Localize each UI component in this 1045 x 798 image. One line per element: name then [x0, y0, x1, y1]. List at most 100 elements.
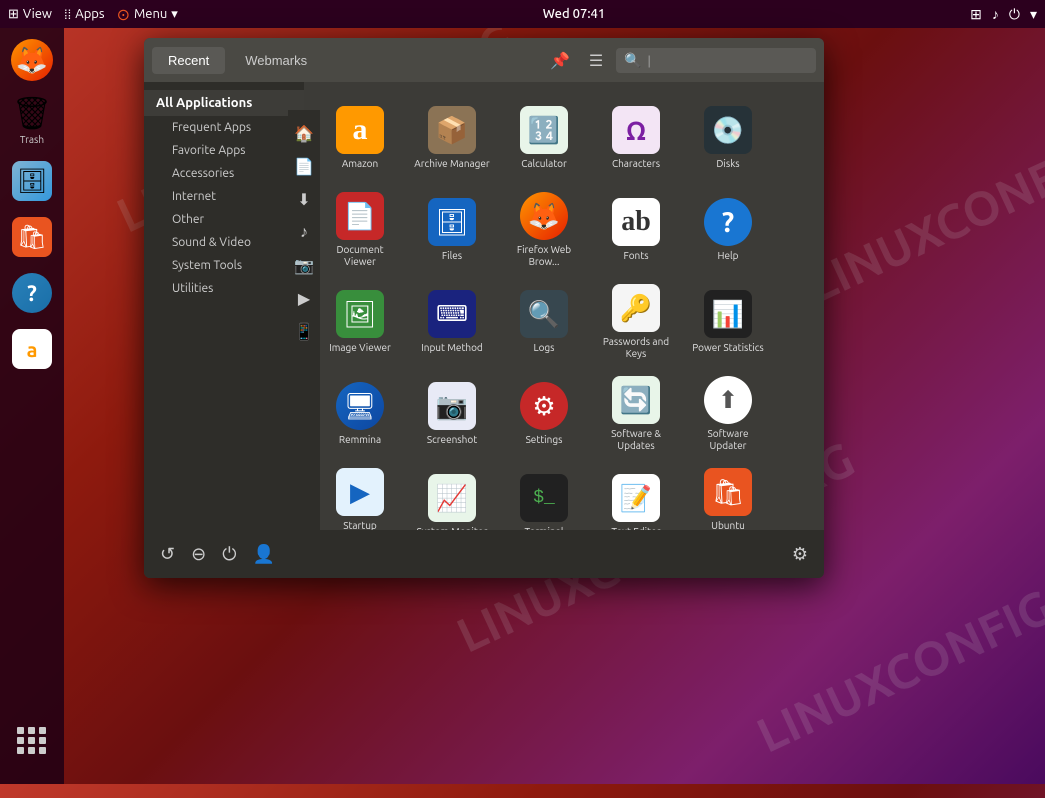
- tab-recent[interactable]: Recent: [152, 47, 225, 74]
- app-startup-apps[interactable]: ▶ Startup Applications: [316, 462, 404, 530]
- nav-system-tools[interactable]: System Tools: [144, 254, 304, 277]
- nav-camera-icon[interactable]: 📷: [288, 250, 304, 281]
- dock-item-help[interactable]: ?: [8, 269, 56, 317]
- list-icon[interactable]: ☰: [580, 44, 612, 76]
- ubuntu-software-label: Ubuntu Software: [690, 520, 766, 530]
- app-software-updater[interactable]: ⬆ Software Updater: [684, 370, 772, 458]
- app-passwords[interactable]: 🔑 Passwords and Keys: [592, 278, 680, 366]
- nav-other[interactable]: Other: [144, 208, 304, 231]
- firefox-dock-icon: 🦊: [11, 39, 53, 81]
- power-statistics-label: Power Statistics: [692, 342, 763, 354]
- app-terminal[interactable]: $_ Terminal: [500, 462, 588, 530]
- software-updater-label: Software Updater: [690, 428, 766, 452]
- app-calculator[interactable]: 🔢 Calculator: [500, 94, 588, 182]
- search-input[interactable]: [647, 53, 787, 68]
- amazon-icon: a: [336, 106, 384, 154]
- amazon-dock-icon: a: [12, 329, 52, 369]
- nav-internet[interactable]: Internet: [144, 185, 304, 208]
- app-logs[interactable]: 🔍 Logs: [500, 278, 588, 366]
- ubuntu-software-icon: 🛍: [704, 468, 752, 516]
- nav-phone-icon[interactable]: 📱: [288, 316, 304, 347]
- settings-icon: ⚙: [520, 382, 568, 430]
- app-input-method[interactable]: ⌨ Input Method: [408, 278, 496, 366]
- archive-manager-icon: 📦: [428, 106, 476, 154]
- nav-accessories[interactable]: Accessories: [144, 162, 304, 185]
- app-settings[interactable]: ⚙ Settings: [500, 370, 588, 458]
- top-panel: ⊞ View ⁞⁞ Apps ⊙ Menu ▾ Wed 07:41 ⊞ ♪ ⏻ …: [0, 0, 1045, 28]
- show-apps-button[interactable]: [8, 716, 56, 764]
- firefox-label: Firefox Web Brow...: [506, 244, 582, 268]
- dock-item-trash[interactable]: 🗑 Trash: [8, 92, 56, 149]
- software-updates-label: Software & Updates: [598, 428, 674, 452]
- nav-frequent[interactable]: Frequent Apps: [144, 116, 304, 139]
- volume-icon[interactable]: ♪: [992, 6, 999, 22]
- app-firefox[interactable]: 🦊 Firefox Web Brow...: [500, 186, 588, 274]
- nav-home-icon[interactable]: 🏠: [288, 118, 304, 149]
- tab-webmarks[interactable]: Webmarks: [229, 47, 323, 74]
- nav-sound-video[interactable]: Sound & Video: [144, 231, 304, 254]
- app-disks[interactable]: 💿 Disks: [684, 94, 772, 182]
- disks-icon: 💿: [704, 106, 752, 154]
- document-viewer-label: Document Viewer: [322, 244, 398, 268]
- dock-item-amazon[interactable]: a: [8, 325, 56, 373]
- files-icon: 🗄: [428, 198, 476, 246]
- ubuntu-software-dock-icon: 🛍: [12, 217, 52, 257]
- app-document-viewer[interactable]: 📄 Document Viewer: [316, 186, 404, 274]
- undo-icon[interactable]: ↺: [160, 544, 175, 565]
- nav-utilities[interactable]: Utilities: [144, 277, 304, 300]
- help-label: Help: [718, 250, 739, 262]
- apps-menu[interactable]: ⁞⁞ Apps: [64, 7, 105, 22]
- app-image-viewer[interactable]: 🖼 Image Viewer: [316, 278, 404, 366]
- nav-doc-icon[interactable]: 📄: [288, 151, 304, 182]
- chevron-down-icon[interactable]: ▾: [1030, 6, 1037, 23]
- app-remmina[interactable]: 🖥 Remmina: [316, 370, 404, 458]
- software-updater-icon: ⬆: [704, 376, 752, 424]
- suspend-icon[interactable]: ⊖: [191, 544, 206, 565]
- dock-item-files[interactable]: 🗄: [8, 157, 56, 205]
- logs-icon: 🔍: [520, 290, 568, 338]
- terminal-icon: $_: [520, 474, 568, 522]
- nav-download-icon[interactable]: ⬇: [291, 184, 304, 215]
- user-icon[interactable]: 👤: [252, 544, 274, 565]
- view-menu[interactable]: ⊞ View: [8, 7, 52, 22]
- app-power-statistics[interactable]: 📊 Power Statistics: [684, 278, 772, 366]
- input-method-icon: ⌨: [428, 290, 476, 338]
- app-help[interactable]: ? Help: [684, 186, 772, 274]
- menu-chevron-icon: ▾: [171, 7, 178, 22]
- network-icon[interactable]: ⊞: [970, 6, 982, 23]
- app-ubuntu-software[interactable]: 🛍 Ubuntu Software: [684, 462, 772, 530]
- app-files[interactable]: 🗄 Files: [408, 186, 496, 274]
- nav-video-icon[interactable]: ▶: [292, 283, 304, 314]
- image-viewer-label: Image Viewer: [329, 342, 391, 354]
- app-characters[interactable]: Ω Characters: [592, 94, 680, 182]
- app-archive-manager[interactable]: 📦 Archive Manager: [408, 94, 496, 182]
- dock-item-ubuntu-software[interactable]: 🛍: [8, 213, 56, 261]
- app-text-editor[interactable]: 📝 Text Editor: [592, 462, 680, 530]
- apps-icon: ⁞⁞: [64, 7, 71, 22]
- dock-item-firefox[interactable]: 🦊: [8, 36, 56, 84]
- app-amazon[interactable]: a Amazon: [316, 94, 404, 182]
- nav-favorite[interactable]: Favorite Apps: [144, 139, 304, 162]
- app-grid: a Amazon 📦 Archive Manager 🔢 Calculator …: [304, 82, 824, 530]
- nav-music-icon[interactable]: ♪: [294, 217, 304, 248]
- calculator-label: Calculator: [521, 158, 567, 170]
- input-method-label: Input Method: [421, 342, 483, 354]
- trash-dock-icon: 🗑: [11, 92, 53, 134]
- text-editor-icon: 📝: [612, 474, 660, 522]
- app-software-updates[interactable]: 🔄 Software & Updates: [592, 370, 680, 458]
- power-statistics-icon: 📊: [704, 290, 752, 338]
- help-icon: ?: [704, 198, 752, 246]
- panel-left: ⊞ View ⁞⁞ Apps ⊙ Menu ▾: [8, 5, 178, 24]
- nav-all-apps[interactable]: All Applications: [144, 90, 304, 116]
- pin-icon[interactable]: 📌: [544, 44, 576, 76]
- menu-button[interactable]: ⊙ Menu ▾: [117, 5, 178, 24]
- ubuntu-icon: ⊙: [117, 5, 130, 24]
- app-screenshot[interactable]: 📷 Screenshot: [408, 370, 496, 458]
- remmina-icon: 🖥: [336, 382, 384, 430]
- app-system-monitor[interactable]: 📈 System Monitor: [408, 462, 496, 530]
- power-icon[interactable]: ⏻: [1009, 6, 1020, 23]
- settings-gear-icon[interactable]: ⚙: [792, 544, 808, 565]
- grid-icon: ⊞: [8, 7, 19, 22]
- poweroff-icon[interactable]: ⏻: [222, 544, 236, 565]
- app-fonts[interactable]: ab Fonts: [592, 186, 680, 274]
